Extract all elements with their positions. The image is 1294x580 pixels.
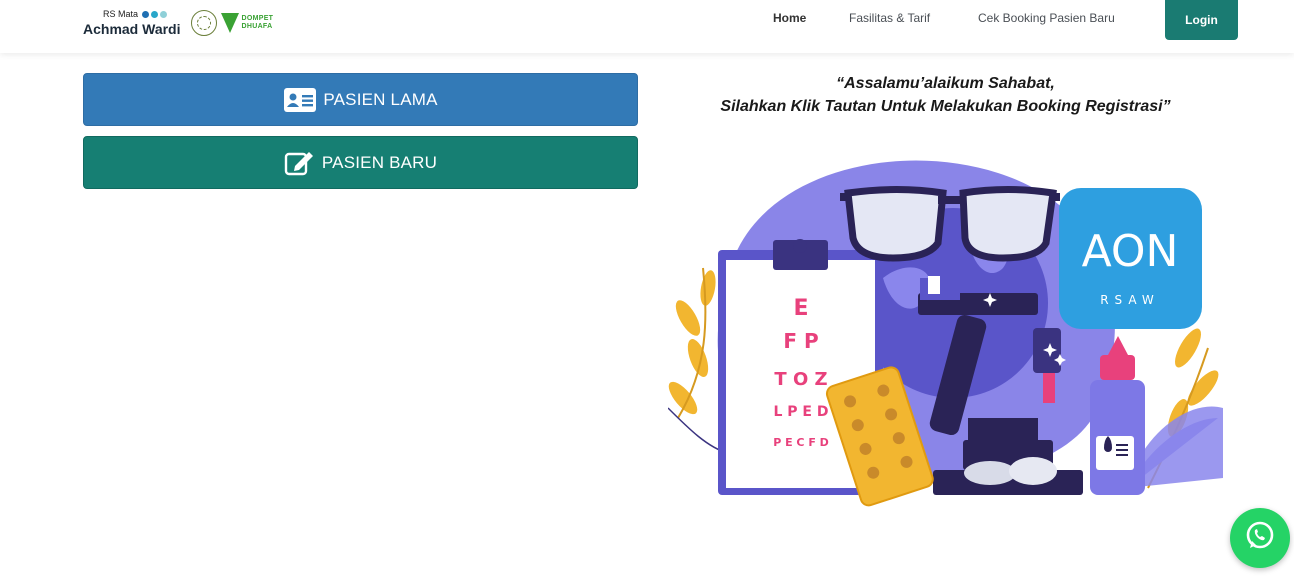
partner-line1: DOMPET — [241, 15, 274, 23]
app-badge-small: RSAW — [1100, 293, 1160, 307]
edit-icon — [284, 150, 316, 176]
login-button[interactable]: Login — [1165, 0, 1238, 40]
brand-small-line: RS Mata — [103, 10, 181, 19]
whatsapp-icon — [1243, 519, 1277, 558]
pasien-baru-button[interactable]: PASIEN BARU — [83, 136, 638, 189]
brand-dots-icon — [142, 11, 168, 18]
top-navbar: RS Mata Achmad Wardi DOMPET DHUAFA Home … — [0, 0, 1294, 53]
eye-chart-row-5: P E C F D — [773, 436, 829, 449]
eye-chart-row-4: L P E D — [774, 404, 829, 420]
nav-home[interactable]: Home — [773, 11, 806, 25]
whatsapp-button[interactable] — [1230, 508, 1290, 568]
greeting-line-1: “Assalamu’alaikum Sahabat, — [836, 75, 1055, 92]
brand-big-text: Achmad Wardi — [83, 21, 181, 37]
partner-logo: DOMPET DHUAFA — [220, 13, 274, 33]
greeting-line-2: Silahkan Klik Tautan Untuk Melakukan Boo… — [720, 98, 1171, 115]
nav-fasilitas-tarif[interactable]: Fasilitas & Tarif — [849, 11, 930, 25]
app-badge-big: AON — [1082, 226, 1179, 277]
partner-line2: DHUAFA — [241, 23, 273, 30]
hospital-seal-icon — [190, 10, 217, 36]
pasien-baru-label: PASIEN BARU — [321, 152, 438, 172]
brand-logo[interactable]: RS Mata Achmad Wardi DOMPET DHUAFA — [83, 8, 273, 38]
brand-text: RS Mata Achmad Wardi — [83, 10, 181, 37]
pasien-lama-label: PASIEN LAMA — [323, 89, 438, 109]
greeting-text: “Assalamu’alaikum Sahabat, Silahkan Klik… — [668, 72, 1223, 118]
brand-small-text: RS Mata — [103, 9, 139, 19]
pasien-lama-button[interactable]: PASIEN LAMA — [83, 73, 638, 126]
partner-mark-icon — [220, 13, 239, 33]
id-card-icon — [283, 87, 317, 113]
eye-chart-row-3: T O Z — [774, 369, 827, 390]
partner-text: DOMPET DHUAFA — [242, 15, 274, 30]
nav-cek-booking[interactable]: Cek Booking Pasien Baru — [978, 11, 1115, 25]
eye-chart-row-2: F P — [783, 329, 818, 353]
eye-chart-row-1: E — [793, 296, 808, 321]
eye-care-illustration: E F P T O Z L P E D P E C F D AON RSAW — [668, 118, 1223, 524]
illustration-svg: E F P T O Z L P E D P E C F D AON RSAW — [668, 160, 1223, 507]
